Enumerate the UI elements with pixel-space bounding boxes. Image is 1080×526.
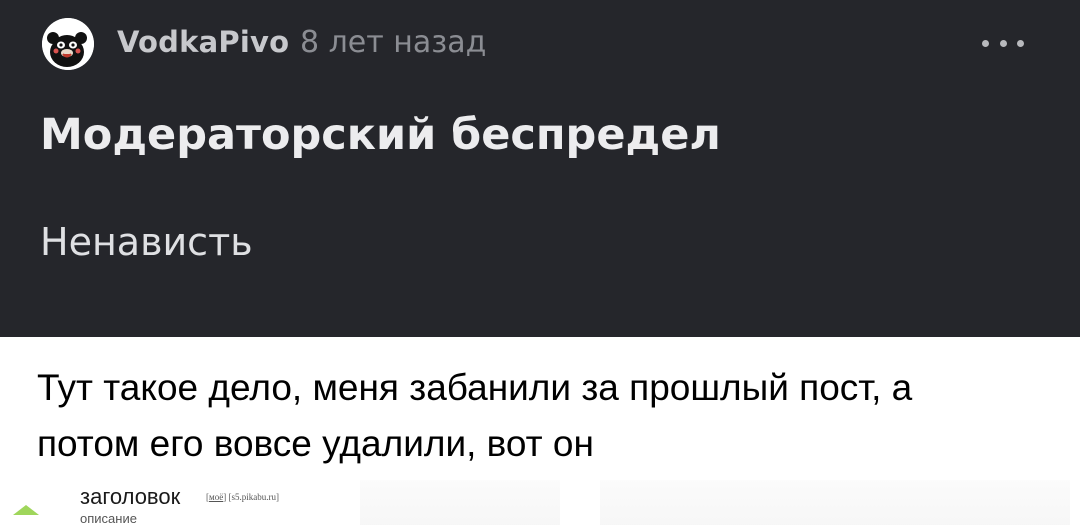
author-name[interactable]: VodkaPivo <box>117 25 289 59</box>
post-time: 8 лет назад <box>300 25 487 60</box>
upvote-arrow-icon <box>13 505 39 515</box>
blur-area <box>600 480 1070 525</box>
embedded-my-label: моё <box>209 492 224 502</box>
post-body: Тут такое дело, меня забанили за прошлый… <box>37 360 1037 472</box>
embedded-title: заголовок <box>80 484 181 509</box>
dot <box>1017 39 1024 47</box>
embedded-domain: s5.pikabu.ru <box>231 492 276 502</box>
dot <box>999 39 1007 47</box>
dot <box>982 39 989 47</box>
post-header: VodkaPivo 8 лет назад Модераторский бесп… <box>0 0 1080 337</box>
embedded-screenshot: заголовок [моё] [s5.pikabu.ru] описание <box>0 480 1080 526</box>
avatar-icon[interactable] <box>42 18 94 70</box>
post-tag[interactable]: Ненависть <box>40 220 253 264</box>
embedded-description: описание <box>80 511 137 526</box>
post-title[interactable]: Модераторский беспредел <box>40 110 721 160</box>
body-line: Тут такое дело, меня забанили за прошлый… <box>37 367 913 408</box>
more-dots-icon[interactable] <box>982 36 1024 50</box>
embedded-meta: [моё] [s5.pikabu.ru] <box>206 492 279 502</box>
blur-area <box>360 480 560 525</box>
body-line: потом его вовсе удалили, вот он <box>37 423 594 464</box>
